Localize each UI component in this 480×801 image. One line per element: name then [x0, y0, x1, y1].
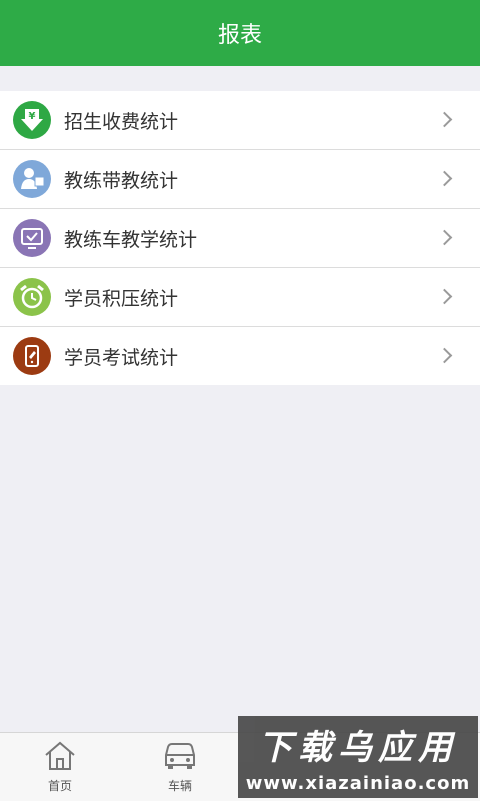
- report-list: ¥ 招生收费统计 教练带教统计 教练车教学统计 学员积压统计 学员考试统计: [0, 91, 480, 385]
- report-item-instructor-teaching[interactable]: 教练带教统计: [0, 150, 480, 209]
- screen-check-icon: [13, 219, 51, 257]
- instructor-icon: [13, 160, 51, 198]
- report-item-student-exams[interactable]: 学员考试统计: [0, 327, 480, 385]
- tab-home[interactable]: 首页: [0, 733, 120, 801]
- watermark-title: 下载乌应用: [258, 728, 458, 768]
- watermark-overlay: 下载乌应用 www.xiazainiao.com: [238, 716, 478, 798]
- report-item-label: 招生收费统计: [64, 110, 179, 133]
- home-icon: [43, 739, 77, 773]
- top-bar: 报表: [0, 0, 480, 66]
- report-item-label: 学员积压统计: [64, 287, 179, 310]
- report-item-label: 教练带教统计: [64, 169, 179, 192]
- tab-label: 车辆: [167, 779, 192, 793]
- page-title: 报表: [217, 23, 262, 48]
- exam-phone-icon: [13, 337, 51, 375]
- alarm-clock-icon: [13, 278, 51, 316]
- report-item-label: 学员考试统计: [64, 346, 179, 369]
- yen-download-icon: ¥: [13, 101, 51, 139]
- svg-text:¥: ¥: [29, 111, 36, 122]
- report-item-student-backlog[interactable]: 学员积压统计: [0, 268, 480, 327]
- report-item-coach-car-teaching[interactable]: 教练车教学统计: [0, 209, 480, 268]
- watermark-url: www.xiazainiao.com: [245, 773, 471, 794]
- tab-label: 首页: [47, 779, 72, 793]
- car-icon: [162, 739, 198, 773]
- report-item-label: 教练车教学统计: [64, 228, 198, 251]
- report-item-enrollment-fees[interactable]: ¥ 招生收费统计: [0, 91, 480, 150]
- tab-vehicles[interactable]: 车辆: [120, 733, 240, 801]
